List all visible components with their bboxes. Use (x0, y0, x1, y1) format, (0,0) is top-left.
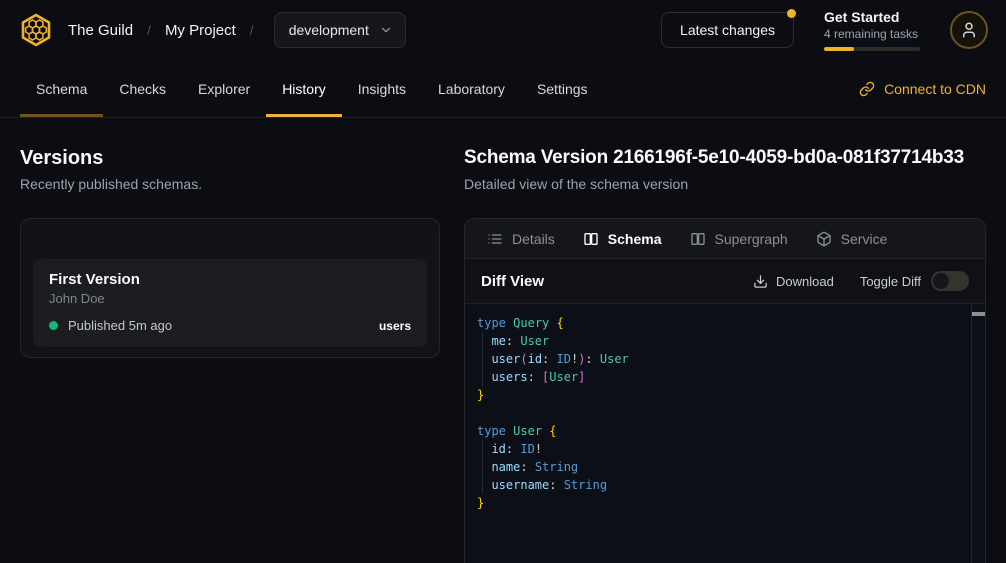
box-icon (816, 231, 832, 247)
versions-panel: Versions Recently published schemas. Fir… (20, 146, 440, 563)
top-bar-right: Latest changes Get Started 4 remaining t… (661, 9, 988, 51)
switch-knob (933, 273, 949, 289)
scrollbar-thumb[interactable] (972, 312, 985, 316)
tab-explorer[interactable]: Explorer (182, 60, 266, 117)
breadcrumb-project[interactable]: My Project (165, 22, 236, 39)
latest-changes-label: Latest changes (680, 22, 775, 38)
schema-version-panel: Schema Version 2166196f-5e10-4059-bd0a-0… (464, 146, 986, 563)
diff-view-actions: Download Toggle Diff (753, 271, 969, 291)
schema-code-viewer: type Query { me: User user(id: ID!): Use… (465, 304, 985, 563)
version-name: First Version (49, 271, 411, 288)
detail-tab-label: Service (841, 231, 888, 247)
version-author: John Doe (49, 291, 411, 306)
get-started-widget[interactable]: Get Started 4 remaining tasks (824, 9, 920, 51)
connect-to-cdn-button[interactable]: Connect to CDN (859, 60, 986, 117)
versions-subtitle: Recently published schemas. (20, 176, 440, 192)
list-icon (487, 231, 503, 247)
chevron-down-icon (379, 23, 393, 37)
target-selector-value: development (289, 22, 369, 38)
columns-icon (690, 231, 706, 247)
link-icon (859, 81, 875, 97)
get-started-title: Get Started (824, 9, 920, 26)
download-icon (753, 274, 768, 289)
get-started-subtitle: 4 remaining tasks (824, 26, 920, 42)
breadcrumb: The Guild / My Project / development (68, 12, 406, 48)
service-name-link[interactable]: users (379, 319, 411, 333)
columns-icon (583, 231, 599, 247)
schema-version-subtitle: Detailed view of the schema version (464, 176, 986, 192)
user-menu-button[interactable] (950, 11, 988, 49)
diff-view-title: Diff View (481, 273, 544, 290)
published-status-dot (49, 321, 58, 330)
tab-schema[interactable]: Schema (20, 60, 103, 117)
tab-settings[interactable]: Settings (521, 60, 604, 117)
get-started-progress-track (824, 47, 920, 51)
schema-version-detail-box: Details Schema Supergraph (464, 218, 986, 563)
person-icon (960, 21, 978, 39)
toggle-diff-switch[interactable] (931, 271, 969, 291)
vertical-scrollbar[interactable] (971, 304, 985, 563)
download-label: Download (776, 274, 834, 289)
latest-changes-button[interactable]: Latest changes (661, 12, 794, 48)
code-content[interactable]: type Query { me: User user(id: ID!): Use… (465, 304, 971, 563)
version-status-label: Published 5m ago (68, 318, 172, 333)
tab-checks[interactable]: Checks (103, 60, 182, 117)
detail-tab-label: Schema (608, 231, 662, 247)
detail-tab-label: Supergraph (715, 231, 788, 247)
target-selector[interactable]: development (274, 12, 406, 48)
detail-tab-strip: Details Schema Supergraph (465, 219, 985, 259)
diff-view-toolbar: Diff View Download Toggle Diff (465, 259, 985, 304)
version-list-item[interactable]: First Version John Doe Published 5m ago … (33, 259, 427, 347)
versions-card: First Version John Doe Published 5m ago … (20, 218, 440, 358)
detail-tab-details[interactable]: Details (473, 219, 569, 258)
get-started-progress-fill (824, 47, 854, 51)
detail-tab-service[interactable]: Service (802, 219, 902, 258)
detail-tab-schema[interactable]: Schema (569, 219, 676, 258)
tab-insights[interactable]: Insights (342, 60, 422, 117)
schema-version-title: Schema Version 2166196f-5e10-4059-bd0a-0… (464, 146, 986, 170)
main-content: Versions Recently published schemas. Fir… (0, 118, 1006, 563)
breadcrumb-org[interactable]: The Guild (68, 22, 133, 39)
detail-tab-supergraph[interactable]: Supergraph (676, 219, 802, 258)
breadcrumb-separator: / (147, 22, 151, 38)
version-status-row: Published 5m ago users (49, 318, 411, 333)
breadcrumb-separator: / (250, 22, 254, 38)
versions-title: Versions (20, 146, 440, 170)
main-nav: Schema Checks Explorer History Insights … (0, 60, 1006, 118)
download-button[interactable]: Download (753, 274, 834, 289)
top-bar: The Guild / My Project / development Lat… (0, 0, 1006, 60)
hive-logo-icon[interactable] (18, 12, 54, 48)
notification-dot (787, 9, 796, 18)
detail-tab-label: Details (512, 231, 555, 247)
toggle-diff-label: Toggle Diff (860, 274, 921, 289)
tab-history[interactable]: History (266, 60, 342, 117)
connect-to-cdn-label: Connect to CDN (884, 81, 986, 97)
tab-laboratory[interactable]: Laboratory (422, 60, 521, 117)
toggle-diff-group: Toggle Diff (860, 271, 969, 291)
